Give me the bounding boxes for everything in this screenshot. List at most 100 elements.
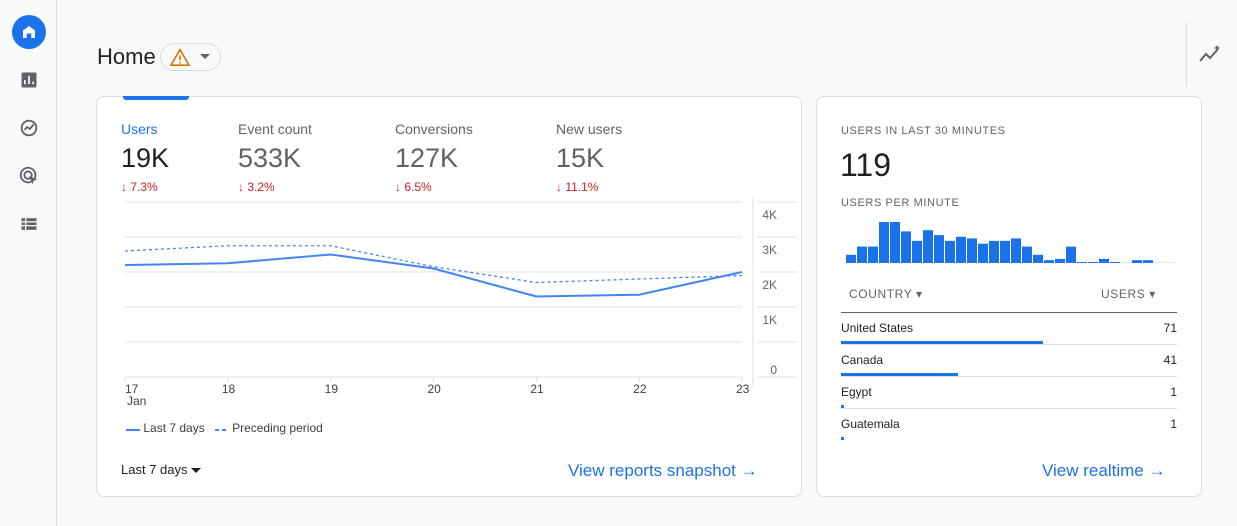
per-minute-bar-chart [846,222,1175,263]
insights-icon[interactable] [1198,44,1222,64]
country-users: 41 [1163,353,1177,367]
per-minute-bar[interactable] [967,238,977,263]
link-text: View realtime [1042,461,1144,480]
country-name: Egypt [841,385,872,399]
metric-new-users[interactable]: New users 15K ↓ 11.1% [556,121,622,194]
legend-label: Preceding period [232,421,323,435]
x-tick-label: 18 [222,382,236,396]
legend-label: Last 7 days [143,421,205,435]
metric-label: New users [556,121,623,137]
x-tick-label: 22 [633,382,647,396]
country-users-bar [841,437,844,440]
legend-previous: Preceding period [214,421,323,435]
per-minute-bar[interactable] [1154,262,1164,263]
per-minute-bar[interactable] [1099,258,1109,263]
per-minute-bar[interactable] [846,254,856,263]
link-text: View reports snapshot [568,461,736,480]
per-minute-bar[interactable] [956,236,966,263]
per-minute-bar[interactable] [1165,262,1175,263]
per-minute-bar[interactable] [1033,254,1043,263]
x-sublabel: Jan [127,394,146,408]
per-minute-bar[interactable] [901,231,911,263]
country-column-header[interactable]: COUNTRY ▾ [849,287,923,301]
per-minute-bar[interactable] [1055,258,1065,263]
reports-icon [21,72,37,88]
metric-value: 127K [395,143,459,173]
per-minute-bar[interactable] [1022,246,1032,263]
country-users: 1 [1170,417,1177,431]
caret-down-icon [191,468,202,473]
per-minute-bar[interactable] [923,230,933,263]
chart-legend: Last 7 days Preceding period [126,421,323,435]
per-minute-bar[interactable] [989,240,999,263]
country-name: Canada [841,353,884,367]
country-name: Guatemala [841,417,900,431]
nav-advertising[interactable] [12,159,46,193]
caret-down-icon: ▾ [916,287,923,301]
home-icon [23,26,35,38]
per-minute-bar[interactable] [868,246,878,263]
column-label: USERS [1101,287,1146,301]
view-reports-snapshot-link[interactable]: View reports snapshot → [568,461,758,481]
list-icon [21,218,37,230]
country-row[interactable]: Guatemala 1 [841,408,1177,440]
caret-down-icon: ▾ [1149,287,1156,301]
per-minute-bar[interactable] [1121,262,1131,263]
x-tick-label: 21 [530,382,544,396]
realtime-card: USERS IN LAST 30 MINUTES 119 USERS PER M… [816,96,1202,497]
per-minute-bar[interactable] [1088,262,1098,263]
nav-reports[interactable] [12,63,46,97]
country-row[interactable]: Egypt 1 [841,376,1177,408]
arrow-right-icon: → [1148,461,1166,480]
per-minute-bar[interactable] [857,246,867,263]
y-tick-label: 4K [762,208,777,222]
per-minute-bar[interactable] [1000,240,1010,263]
explore-icon [20,119,38,137]
x-tick-label: 19 [325,382,339,396]
per-minute-title: USERS PER MINUTE [841,197,960,209]
nav-configure[interactable] [12,207,46,241]
row-divider [841,344,1177,345]
per-minute-bar[interactable] [1066,246,1076,263]
chevron-down-icon [200,54,210,59]
metric-label: Event count [238,121,312,137]
metric-label: Users [121,121,158,137]
divider [1186,22,1187,86]
per-minute-bar[interactable] [945,240,955,263]
per-minute-bar[interactable] [1110,262,1120,263]
country-row[interactable]: United States 71 [841,312,1177,344]
series-line-current [124,253,743,298]
legend-current: Last 7 days [126,421,205,435]
per-minute-bar[interactable] [978,243,988,263]
row-divider [841,408,1177,409]
date-range-dropdown[interactable]: Last 7 days [121,462,202,477]
per-minute-bar[interactable] [879,222,889,263]
per-minute-bar[interactable] [1143,260,1153,263]
per-minute-bar[interactable] [890,222,900,263]
per-minute-bar[interactable] [912,240,922,263]
nav-explore[interactable] [12,111,46,145]
date-range-label: Last 7 days [121,462,188,477]
x-tick-label: 23 [736,382,750,396]
country-row[interactable]: Canada 41 [841,344,1177,376]
view-realtime-link[interactable]: View realtime → [1042,461,1165,481]
per-minute-bar[interactable] [1077,262,1087,263]
page-title: Home [97,44,156,69]
metric-event-count[interactable]: Event count 533K ↓ 3.2% [238,121,312,194]
overview-card: Users 19K ↓ 7.3% Event count 533K ↓ 3.2% Con… [96,96,802,497]
metric-users[interactable]: Users 19K ↓ 7.3% [121,121,169,194]
y-tick-label: 2K [762,278,777,292]
per-minute-bar[interactable] [934,235,944,263]
selected-tab-indicator [123,96,189,100]
metric-value: 15K [556,143,605,173]
x-tick-label: 20 [428,382,442,396]
arrow-right-icon: → [740,461,758,480]
metric-value: 19K [121,143,170,173]
nav-home[interactable] [12,15,46,49]
warning-dropdown[interactable] [160,43,221,71]
per-minute-bar[interactable] [1132,260,1142,263]
per-minute-bar[interactable] [1011,238,1021,263]
metric-conversions[interactable]: Conversions 127K ↓ 6.5% [395,121,473,194]
per-minute-bar[interactable] [1044,260,1054,263]
users-column-header[interactable]: USERS ▾ [1101,287,1156,301]
